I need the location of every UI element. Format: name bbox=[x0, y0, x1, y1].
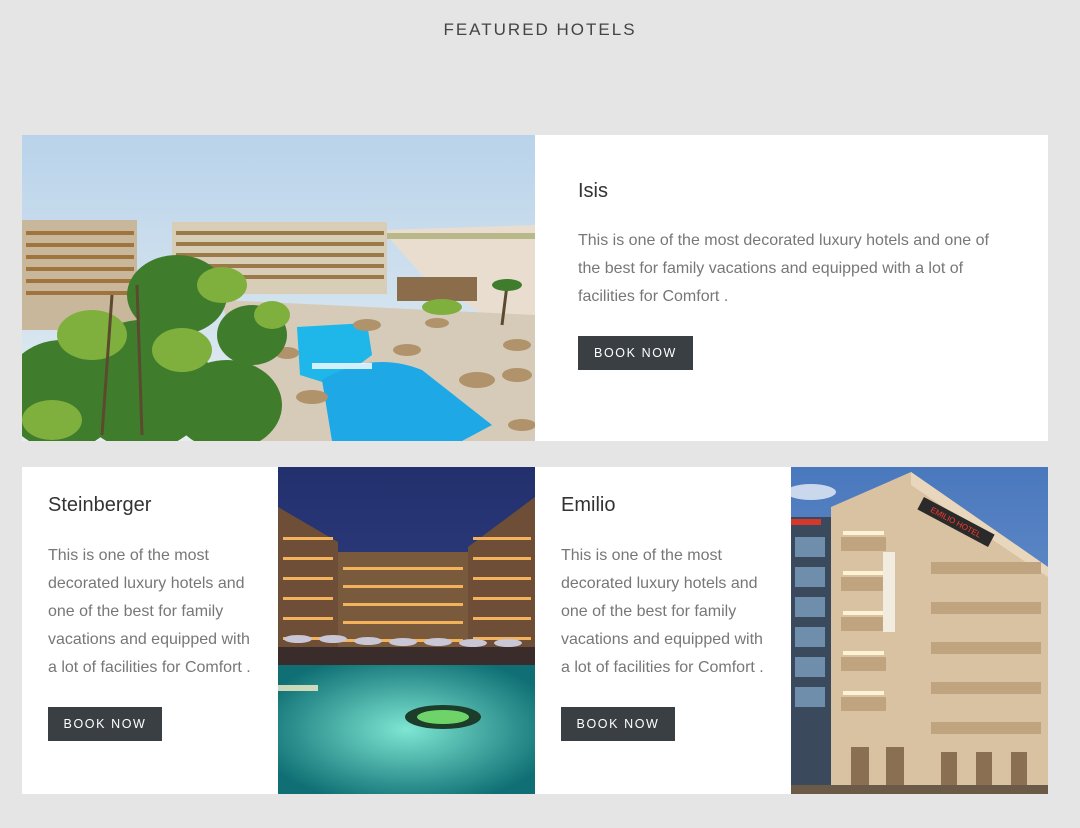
book-now-button[interactable]: BOOK NOW bbox=[578, 336, 693, 370]
book-now-button[interactable]: BOOK NOW bbox=[48, 707, 162, 741]
description-line: facilities for Comfort . bbox=[578, 288, 729, 305]
description-line: a lot of facilities for Comfort . bbox=[48, 659, 251, 676]
description-line: one of the best for family bbox=[48, 603, 224, 620]
description-line: vacations and equipped with bbox=[561, 631, 763, 648]
description-line: decorated luxury hotels and bbox=[48, 575, 245, 592]
hotel-name: Steinberger bbox=[48, 494, 152, 516]
description-line: a lot of facilities for Comfort . bbox=[561, 659, 764, 676]
hotel-photo-steinberger bbox=[278, 467, 535, 794]
hotel-name: Isis bbox=[578, 180, 608, 202]
hotel-description: This is one of the most decorated luxury… bbox=[48, 542, 273, 682]
description-line: vacations and equipped with bbox=[48, 631, 250, 648]
description-line: one of the best for family bbox=[561, 603, 737, 620]
hotel-card-emilio: Emilio This is one of the most decorated… bbox=[535, 467, 791, 794]
description-line: the best for family vacations and equipp… bbox=[578, 260, 964, 277]
hotel-name: Emilio bbox=[561, 494, 616, 516]
description-line: decorated luxury hotels and bbox=[561, 575, 758, 592]
hotel-description: This is one of the most decorated luxury… bbox=[578, 227, 1008, 311]
hotel-card-steinberger: Steinberger This is one of the most deco… bbox=[22, 467, 278, 794]
hotel-photo-isis bbox=[22, 135, 535, 441]
description-line: This is one of the most decorated luxury… bbox=[578, 232, 989, 249]
hotel-card-isis: Isis This is one of the most decorated l… bbox=[535, 135, 1048, 441]
hotel-description: This is one of the most decorated luxury… bbox=[561, 542, 786, 682]
section-title: FEATURED HOTELS bbox=[443, 20, 637, 39]
description-line: This is one of the most bbox=[48, 547, 209, 564]
hotel-photo-emilio: EMILIO HOTEL bbox=[791, 467, 1048, 794]
book-now-button[interactable]: BOOK NOW bbox=[561, 707, 675, 741]
description-line: This is one of the most bbox=[561, 547, 722, 564]
